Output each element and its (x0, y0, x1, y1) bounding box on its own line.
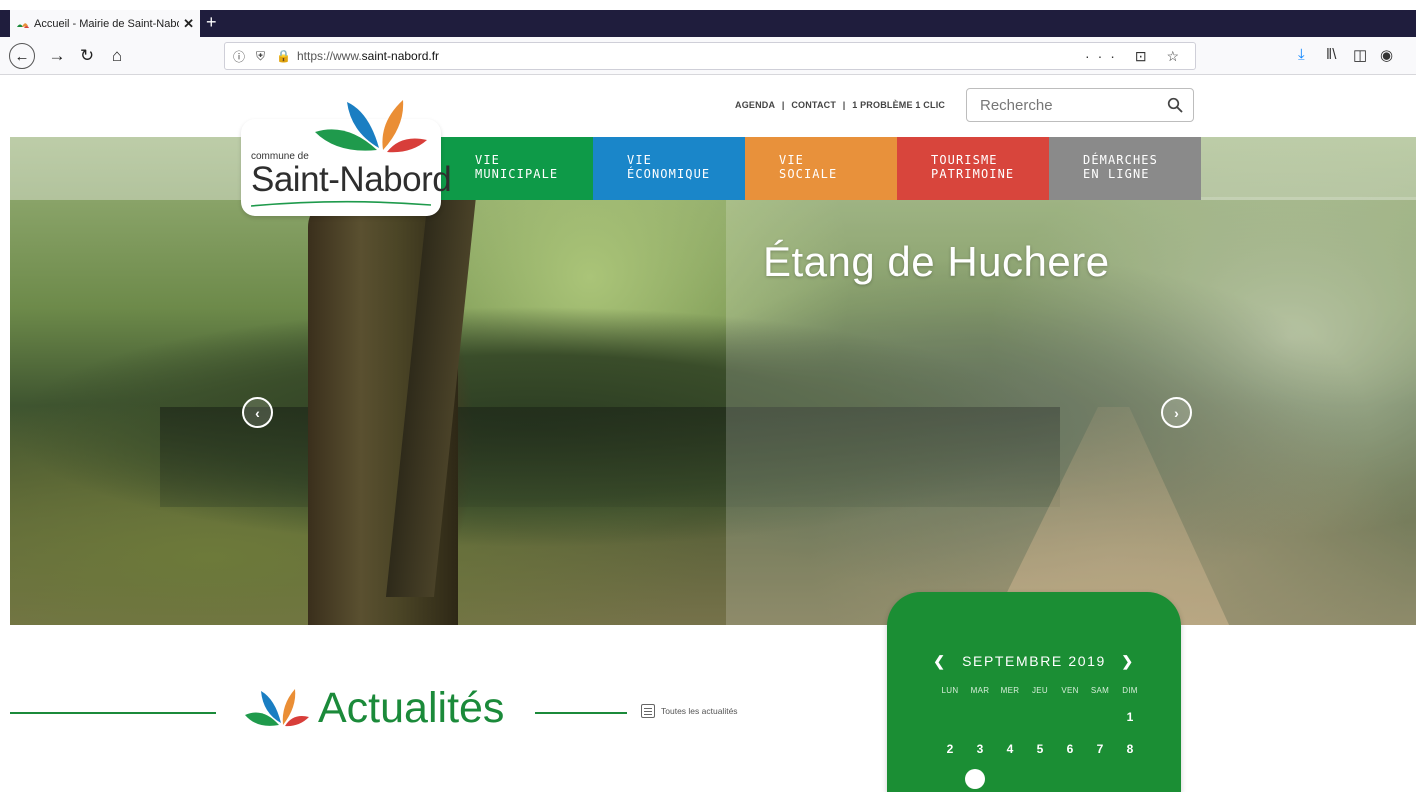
calendar-icon (641, 704, 655, 718)
calendar-day[interactable] (1055, 710, 1085, 724)
calendar-day[interactable] (1025, 710, 1055, 724)
menu-label-line1: TOURISME (931, 153, 998, 167)
logo-swoosh-icon (251, 200, 431, 207)
contact-link[interactable]: CONTACT (791, 100, 836, 110)
logo-petals-icon (315, 100, 427, 153)
calendar-day[interactable] (995, 710, 1025, 724)
calendar-day[interactable]: 6 (1055, 742, 1085, 756)
section-divider-left (10, 712, 216, 714)
calendar-week: 2 3 4 5 6 7 8 (935, 742, 1145, 756)
menu-label-line2: PATRIMOINE (931, 167, 1015, 181)
search-box (966, 88, 1194, 122)
probleme-link[interactable]: 1 PROBLÈME 1 CLIC (852, 100, 945, 110)
logo-petals-icon (245, 689, 309, 727)
main-menu: VIE MUNICIPALE VIE ÉCONOMIQUE VIE SOCIAL… (441, 137, 1201, 200)
weekday-label: DIM (1122, 686, 1138, 695)
reload-icon[interactable]: ↻ (74, 43, 100, 69)
home-icon[interactable]: ⌂ (104, 43, 130, 69)
chevron-left-icon[interactable]: ❮ (933, 653, 946, 669)
calendar-today-marker[interactable] (965, 769, 985, 789)
url-text[interactable]: https://www.saint-nabord.fr (297, 49, 439, 63)
calendar-header: ❮ SEPTEMBRE 2019 ❯ (887, 653, 1181, 670)
account-icon[interactable]: ◉ (1380, 46, 1393, 64)
calendar-day[interactable] (965, 710, 995, 724)
download-icon[interactable]: ⤓ (1298, 46, 1305, 63)
calendar-day[interactable] (1085, 710, 1115, 724)
chevron-right-icon[interactable]: ❯ (1121, 653, 1134, 669)
menu-label-line2: MUNICIPALE (475, 167, 559, 181)
menu-item-demarches-en-ligne[interactable]: DÉMARCHES EN LIGNE (1049, 137, 1201, 200)
section-divider-right (535, 712, 627, 714)
menu-item-vie-economique[interactable]: VIE ÉCONOMIQUE (593, 137, 745, 200)
calendar-month: SEPTEMBRE 2019 (962, 653, 1106, 669)
all-news-label: Toutes les actualités (661, 706, 738, 716)
weekday-label: SAM (1090, 686, 1110, 695)
new-tab-button[interactable]: + (206, 12, 217, 32)
calendar-weekdays: LUN MAR MER JEU VEN SAM DIM (935, 686, 1145, 695)
calendar-day[interactable]: 1 (1115, 710, 1145, 724)
menu-item-vie-sociale[interactable]: VIE SOCIALE (745, 137, 897, 200)
calendar-day[interactable]: 4 (995, 742, 1025, 756)
close-tab-icon[interactable]: ✕ (183, 16, 194, 32)
menu-item-vie-municipale[interactable]: VIE MUNICIPALE (441, 137, 593, 200)
calendar-day[interactable]: 7 (1085, 742, 1115, 756)
forward-icon[interactable]: → (44, 43, 70, 69)
menu-label-line2: EN LIGNE (1083, 167, 1150, 181)
page-actions-icon[interactable]: ··· ⊡ ☆ (1085, 48, 1187, 65)
hero-title: Étang de Huchere (763, 238, 1110, 285)
calendar-day[interactable] (935, 710, 965, 724)
slider-prev-button[interactable]: ‹ (242, 397, 273, 428)
browser-tab[interactable]: Accueil - Mairie de Saint-Nabo ✕ (10, 10, 200, 37)
search-input[interactable] (967, 89, 1157, 121)
site-favicon-icon (17, 22, 29, 28)
browser-tab-strip: Accueil - Mairie de Saint-Nabo ✕ + (0, 0, 1416, 37)
menu-label-line1: DÉMARCHES (1083, 153, 1158, 167)
chevron-left-icon: ‹ (255, 404, 260, 421)
library-icon[interactable]: ‖\ (1326, 46, 1336, 63)
calendar-day[interactable]: 3 (965, 742, 995, 756)
weekday-label: MER (1000, 686, 1020, 695)
weekday-label: LUN (941, 686, 959, 695)
sidebar-icon[interactable]: ◫ (1353, 46, 1367, 64)
shield-icon[interactable]: ⛨ (256, 49, 268, 64)
news-section-title: Actualités (318, 684, 505, 732)
url-bar[interactable]: ⓘ ⛨ 🔒 https://www.saint-nabord.fr ··· ⊡ … (224, 42, 1196, 70)
lock-icon[interactable]: 🔒 (276, 49, 291, 63)
browser-toolbar: ← → ↻ ⌂ ⓘ ⛨ 🔒 https://www.saint-nabord.f… (0, 37, 1416, 75)
weekday-label: MAR (970, 686, 990, 695)
calendar-week: 1 (935, 710, 1145, 724)
weekday-label: VEN (1061, 686, 1079, 695)
top-links: AGENDA | CONTACT | 1 PROBLÈME 1 CLIC (733, 100, 947, 110)
menu-label-line1: VIE (475, 153, 500, 167)
agenda-link[interactable]: AGENDA (735, 100, 775, 110)
calendar-day[interactable]: 5 (1025, 742, 1055, 756)
logo-title: Saint-Nabord (251, 160, 452, 199)
chevron-right-icon: › (1174, 404, 1179, 421)
menu-item-tourisme-patrimoine[interactable]: TOURISME PATRIMOINE (897, 137, 1049, 200)
info-icon[interactable]: ⓘ (233, 48, 248, 65)
separator: | (781, 100, 785, 110)
back-icon[interactable]: ← (9, 43, 35, 69)
weekday-label: JEU (1031, 686, 1048, 695)
menu-label-line2: SOCIALE (779, 167, 838, 181)
tab-title: Accueil - Mairie de Saint-Nabo (34, 17, 180, 30)
search-icon[interactable] (1167, 97, 1183, 113)
menu-label-line2: ÉCONOMIQUE (627, 167, 711, 181)
menu-label-line1: VIE (627, 153, 652, 167)
slider-next-button[interactable]: › (1161, 397, 1192, 428)
calendar-day[interactable]: 2 (935, 742, 965, 756)
calendar-day[interactable]: 8 (1115, 742, 1145, 756)
separator: | (842, 100, 846, 110)
all-news-link[interactable]: Toutes les actualités (641, 704, 738, 718)
menu-label-line1: VIE (779, 153, 804, 167)
events-calendar: ❮ SEPTEMBRE 2019 ❯ LUN MAR MER JEU VEN S… (887, 592, 1181, 792)
hero-slider (10, 137, 1416, 625)
